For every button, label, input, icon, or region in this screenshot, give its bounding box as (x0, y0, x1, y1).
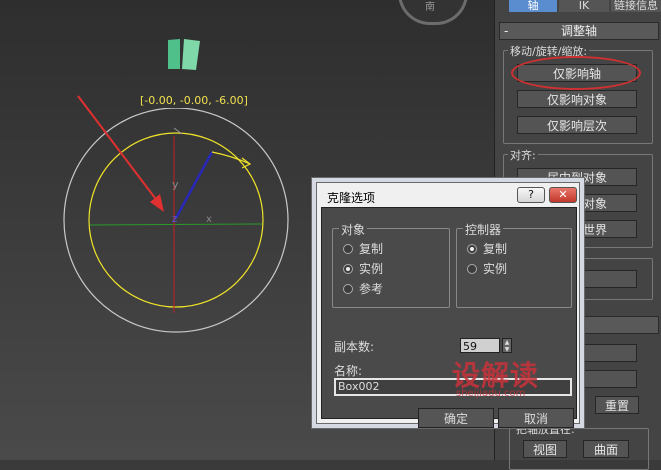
object-copy-radio[interactable]: 复制 (343, 241, 383, 257)
name-label: 名称: (334, 364, 363, 378)
object-group: 对象 复制 实例 参考 (332, 221, 450, 308)
radio-label: 复制 (483, 242, 508, 256)
ok-button[interactable]: 确定 (418, 408, 494, 428)
close-button[interactable]: ✕ (549, 187, 577, 203)
adjust-pivot-rollout-header[interactable]: - 调整轴 (499, 22, 659, 40)
reset-button[interactable]: 重置 (595, 396, 639, 414)
radio-selected-icon (343, 263, 353, 274)
radio-label: 实例 (483, 262, 508, 276)
tab-link-info[interactable]: 链接信息 (611, 0, 661, 12)
annotation-arrow (77, 95, 164, 212)
box-object-icon (168, 39, 200, 70)
controller-copy-radio[interactable]: 复制 (467, 241, 507, 257)
radio-label: 实例 (359, 262, 384, 276)
object-group-title: 对象 (339, 221, 368, 238)
rollout-title: 调整轴 (560, 24, 597, 38)
axis-y-label: y (172, 178, 179, 191)
watermark-url: sheijiadu.com (456, 388, 526, 399)
affect-hierarchy-only-button[interactable]: 仅影响层次 (517, 116, 637, 134)
object-reference-radio[interactable]: 参考 (343, 281, 383, 297)
align-group-title: 对齐: (508, 147, 538, 163)
radio-selected-icon (467, 243, 477, 254)
controller-group-title: 控制器 (463, 221, 504, 238)
cancel-button[interactable]: 取消 (498, 408, 574, 428)
object-instance-radio[interactable]: 实例 (343, 261, 383, 277)
copies-spinner-arrows-icon[interactable]: ▲ ▼ (502, 338, 512, 353)
place-pivot-view-button[interactable]: 视图 (523, 440, 567, 458)
radio-icon (467, 263, 477, 274)
tab-pivot[interactable]: 轴 (509, 0, 557, 12)
radio-icon (343, 243, 353, 254)
tab-ik[interactable]: IK (559, 0, 609, 12)
controller-group: 控制器 复制 实例 (456, 221, 572, 308)
help-button[interactable]: ? (517, 187, 545, 203)
viewcube[interactable]: 南 (398, 0, 468, 25)
dialog-title: 克隆选项 (327, 191, 376, 205)
radio-label: 参考 (359, 282, 384, 296)
radio-icon (343, 283, 353, 294)
place-pivot-surface-button[interactable]: 曲面 (583, 440, 629, 458)
controller-instance-radio[interactable]: 实例 (467, 261, 507, 277)
copies-label: 副本数: (334, 340, 375, 354)
copies-input[interactable]: 59 (460, 338, 500, 353)
annotation-highlight-ellipse (511, 56, 641, 90)
radio-label: 复制 (359, 242, 384, 256)
axis-x-label: x (206, 214, 212, 225)
viewcube-direction-label: 南 (425, 2, 435, 13)
clone-options-dialog: 克隆选项 ? ✕ 对象 复制 实例 参考 控制器 复制 实例 副本数: 59 ▲… (316, 182, 580, 428)
affect-object-only-button[interactable]: 仅影响对象 (517, 90, 637, 108)
rollout-collapse-icon: - (504, 24, 509, 38)
axis-z-label: z (172, 214, 177, 225)
